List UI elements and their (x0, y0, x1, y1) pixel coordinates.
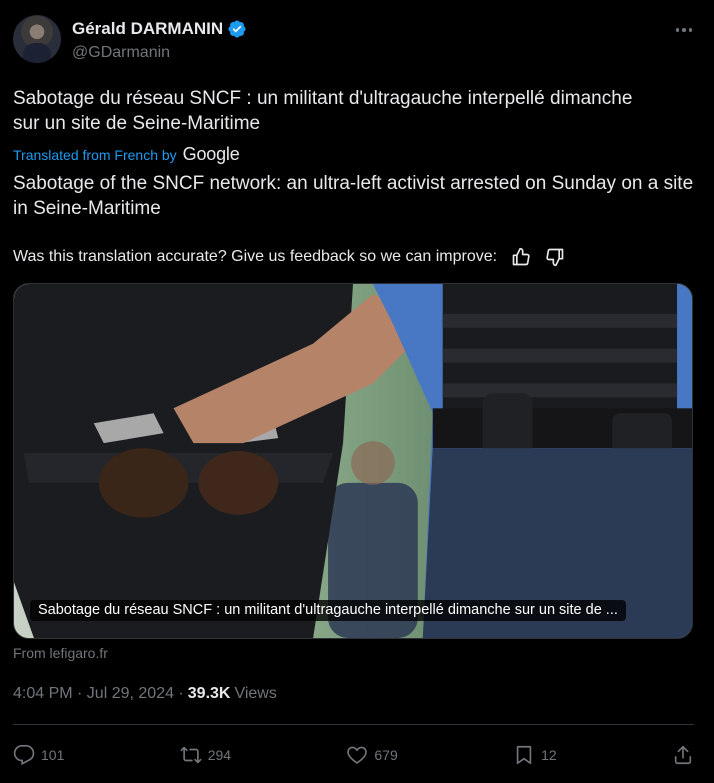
like-icon (347, 746, 368, 764)
translated-from-label: Translated from French by (13, 146, 177, 163)
translation-feedback: Was this translation accurate? Give us f… (13, 247, 565, 267)
views-label: Views (234, 685, 277, 702)
avatar[interactable] (13, 15, 61, 63)
tweet-meta: 4:04 PM · Jul 29, 2024 · 39.3K Views (13, 685, 277, 703)
like-count: 679 (374, 747, 398, 763)
repost-button[interactable]: 294 (180, 744, 231, 766)
tweet-text-original: Sabotage du réseau SNCF : un militant d'… (13, 88, 633, 134)
author-handle[interactable]: @GDarmanin (72, 44, 170, 62)
tweet-timestamp[interactable]: 4:04 PM · Jul 29, 2024 · (13, 685, 184, 703)
reply-button[interactable]: 101 (13, 744, 64, 766)
thumbs-down-icon[interactable] (545, 247, 565, 267)
link-card-caption: Sabotage du réseau SNCF : un militant d'… (30, 600, 626, 621)
bookmark-icon (516, 745, 532, 765)
tweet-text-translated: Sabotage of the SNCF network: an ultra-l… (13, 173, 694, 219)
verified-badge-icon (228, 20, 246, 38)
author-name-row[interactable]: Gérald DARMANIN (72, 19, 247, 39)
divider (13, 724, 694, 725)
share-button[interactable] (672, 744, 694, 766)
thumbs-up-icon[interactable] (511, 247, 531, 267)
action-bar: 101 294 679 12 (13, 740, 694, 770)
reply-count: 101 (41, 747, 65, 763)
link-card-image[interactable]: Sabotage du réseau SNCF : un militant d'… (13, 283, 693, 639)
bookmark-count: 12 (541, 747, 557, 763)
feedback-prompt: Was this translation accurate? Give us f… (13, 248, 498, 265)
repost-count: 294 (207, 747, 232, 763)
display-name[interactable]: Gérald DARMANIN (72, 19, 223, 39)
share-icon (674, 745, 692, 765)
google-logo: Google (182, 144, 240, 164)
bookmark-button[interactable]: 12 (513, 744, 557, 766)
link-source[interactable]: From lefigaro.fr (13, 645, 108, 661)
arrest-photo (14, 284, 692, 638)
repost-icon (180, 746, 202, 764)
more-icon[interactable] (672, 20, 696, 40)
reply-icon (13, 745, 35, 766)
views-count: 39.3K (187, 685, 231, 702)
translation-attribution: Translated from French by Google (13, 144, 240, 165)
like-button[interactable]: 679 (346, 744, 398, 766)
